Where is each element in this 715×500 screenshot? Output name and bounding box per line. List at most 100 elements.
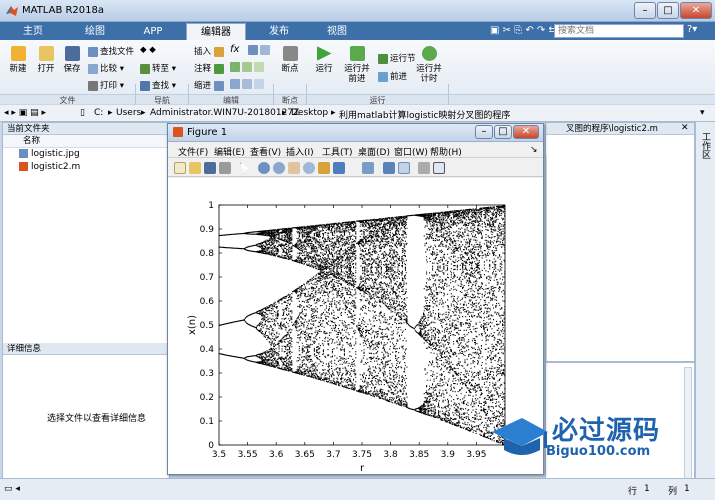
y-tick-label: 0.8 xyxy=(200,249,215,259)
find-button[interactable]: 查找 ▾ xyxy=(140,79,176,91)
path-program-folder[interactable]: 利用matlab计算logistic映射分叉图的程序 xyxy=(339,108,510,121)
goto-icon xyxy=(140,63,150,74)
comment-more-icons[interactable] xyxy=(230,62,266,73)
run-time-icon xyxy=(421,46,437,61)
zoom-in-icon[interactable] xyxy=(258,162,270,174)
nav-arrows-icon[interactable]: ◂ ▸ ▣ ▤ ▸ xyxy=(4,108,46,118)
comment-icon xyxy=(213,63,224,74)
fx-button[interactable]: fx xyxy=(230,44,239,55)
menu-help[interactable]: 帮助(H) xyxy=(430,145,462,158)
pointer-icon[interactable] xyxy=(240,162,250,174)
figure-menu-bar: 文件(F) 编辑(E) 查看(V) 插入(I) 工具(T) 桌面(D) 窗口(W… xyxy=(168,142,543,158)
insert-more-icons[interactable] xyxy=(248,45,272,56)
print-button[interactable]: 打印 ▾ xyxy=(88,79,124,91)
y-tick-label: 0 xyxy=(208,441,214,451)
menu-window[interactable]: 窗口(W) xyxy=(394,145,428,158)
print-figure-icon[interactable] xyxy=(219,162,231,174)
close-icon[interactable]: ✕ xyxy=(681,123,693,135)
menu-file[interactable]: 文件(F) xyxy=(178,145,208,158)
bifurcation-chart[interactable]: 3.5 3.55 3.6 3.65 3.7 3.75 3.8 3.85 3.9 3.95 0 0.1 0… xyxy=(168,178,543,474)
path-drive[interactable]: C: xyxy=(94,108,103,118)
run-and-time-button[interactable]: 运行并 计时 xyxy=(414,46,444,84)
graduation-cap-logo-icon xyxy=(492,418,548,455)
new-figure-icon[interactable] xyxy=(174,162,186,174)
workspace-side-strip[interactable]: 工作区 xyxy=(695,122,715,490)
menu-insert[interactable]: 插入(I) xyxy=(286,145,314,158)
tab-home[interactable]: 主页 xyxy=(8,23,58,40)
name-column-header[interactable]: 名称 xyxy=(3,135,169,148)
save-icon xyxy=(64,46,80,61)
run-button[interactable]: 运行 xyxy=(310,46,338,74)
tab-editor[interactable]: 编辑器 xyxy=(186,23,246,40)
open-button[interactable]: 打开 xyxy=(32,46,60,74)
address-dropdown-icon[interactable]: ▾ xyxy=(700,108,705,118)
menu-edit[interactable]: 编辑(E) xyxy=(214,145,245,158)
edit-tool-icon xyxy=(230,79,240,89)
y-tick-label: 0.5 xyxy=(200,321,214,331)
goto-button[interactable]: 转至 ▾ xyxy=(140,62,176,74)
file-item[interactable]: logistic.jpg xyxy=(3,148,169,161)
file-item[interactable]: logistic2.m xyxy=(3,161,169,174)
menu-view[interactable]: 查看(V) xyxy=(250,145,281,158)
zoom-out-icon[interactable] xyxy=(273,162,285,174)
address-bar[interactable]: ◂ ▸ ▣ ▤ ▸ ▯ C: ▸ Users ▸ Administrator.W… xyxy=(0,105,715,122)
maximize-button[interactable]: □ xyxy=(657,2,679,19)
figure-minimize-button[interactable]: – xyxy=(475,125,493,139)
breakpoints-button[interactable]: 断点 xyxy=(276,46,304,74)
save-button[interactable]: 保存 xyxy=(58,46,86,74)
run-advance-button[interactable]: 运行并 前进 xyxy=(342,46,372,84)
colorbar-icon[interactable] xyxy=(383,162,395,174)
figure-maximize-button[interactable]: □ xyxy=(494,125,512,139)
figure-window[interactable]: Figure 1 – □ ✕ 文件(F) 编辑(E) 查看(V) 插入(I) 工… xyxy=(167,123,544,475)
tab-publish[interactable]: 发布 xyxy=(254,23,304,40)
comment-button[interactable]: 注释 xyxy=(194,62,226,74)
plot-area[interactable]: 3.5 3.55 3.6 3.65 3.7 3.75 3.8 3.85 3.9 3.95 0 0.1 0… xyxy=(168,178,543,474)
path-admin[interactable]: Administrator.WIN7U-20180127Z xyxy=(150,108,299,118)
row-label: 行 xyxy=(628,487,638,497)
menu-desktop[interactable]: 桌面(D) xyxy=(358,145,390,158)
edit-tool-icon xyxy=(230,62,240,72)
find-files-button[interactable]: 查找文件 xyxy=(88,45,134,57)
dock-icon[interactable]: ↘ xyxy=(530,145,538,155)
editor-path-header: 叉图的程序\logistic2.m xyxy=(546,123,694,135)
indent-more-icons[interactable] xyxy=(230,79,266,90)
figure-close-button[interactable]: ✕ xyxy=(513,125,539,139)
matlab-logo-icon xyxy=(6,6,18,16)
workspace-label[interactable]: 工作区 xyxy=(700,132,710,159)
link-plot-icon[interactable] xyxy=(362,162,374,174)
help-icon[interactable]: ?▾ xyxy=(687,24,697,35)
save-figure-icon[interactable] xyxy=(204,162,216,174)
open-file-icon[interactable] xyxy=(189,162,201,174)
hide-plot-tools-icon[interactable] xyxy=(418,162,430,174)
data-cursor-icon[interactable] xyxy=(318,162,330,174)
advance-button[interactable]: 前进 xyxy=(378,70,407,82)
run-icon xyxy=(316,46,332,61)
insert-button[interactable]: 插入 xyxy=(194,45,226,57)
tab-plots[interactable]: 绘图 xyxy=(70,23,120,40)
compare-button[interactable]: 比较 ▾ xyxy=(88,62,124,74)
rotate-icon[interactable] xyxy=(303,162,315,174)
brush-icon[interactable] xyxy=(333,162,345,174)
run-section-button[interactable]: 运行节 xyxy=(378,52,416,64)
path-desktop[interactable]: Desktop xyxy=(291,108,328,118)
edit-tool-icon xyxy=(248,45,258,55)
minimize-button[interactable]: – xyxy=(634,2,656,19)
folder-icon: ▯ xyxy=(80,108,85,118)
path-users[interactable]: Users xyxy=(116,108,141,118)
search-docs-input[interactable]: 搜索文档 xyxy=(554,24,684,38)
menu-tools[interactable]: 工具(T) xyxy=(322,145,353,158)
pan-icon[interactable] xyxy=(288,162,300,174)
group-label-empty xyxy=(449,94,715,104)
breakpoint-icon xyxy=(282,46,298,61)
back-forward-buttons[interactable]: ◆ ◆ xyxy=(140,45,156,55)
figure-title-bar[interactable]: Figure 1 – □ ✕ xyxy=(168,124,543,142)
legend-icon[interactable] xyxy=(398,162,410,174)
tab-apps[interactable]: APP xyxy=(128,23,178,40)
indent-button[interactable]: 缩进 xyxy=(194,79,226,91)
show-plot-tools-icon[interactable] xyxy=(433,162,445,174)
new-icon xyxy=(10,46,26,61)
new-button[interactable]: 新建 xyxy=(4,46,32,74)
edit-tool-icon xyxy=(260,45,270,55)
close-button[interactable]: ✕ xyxy=(680,2,712,19)
tab-view[interactable]: 视图 xyxy=(312,23,362,40)
